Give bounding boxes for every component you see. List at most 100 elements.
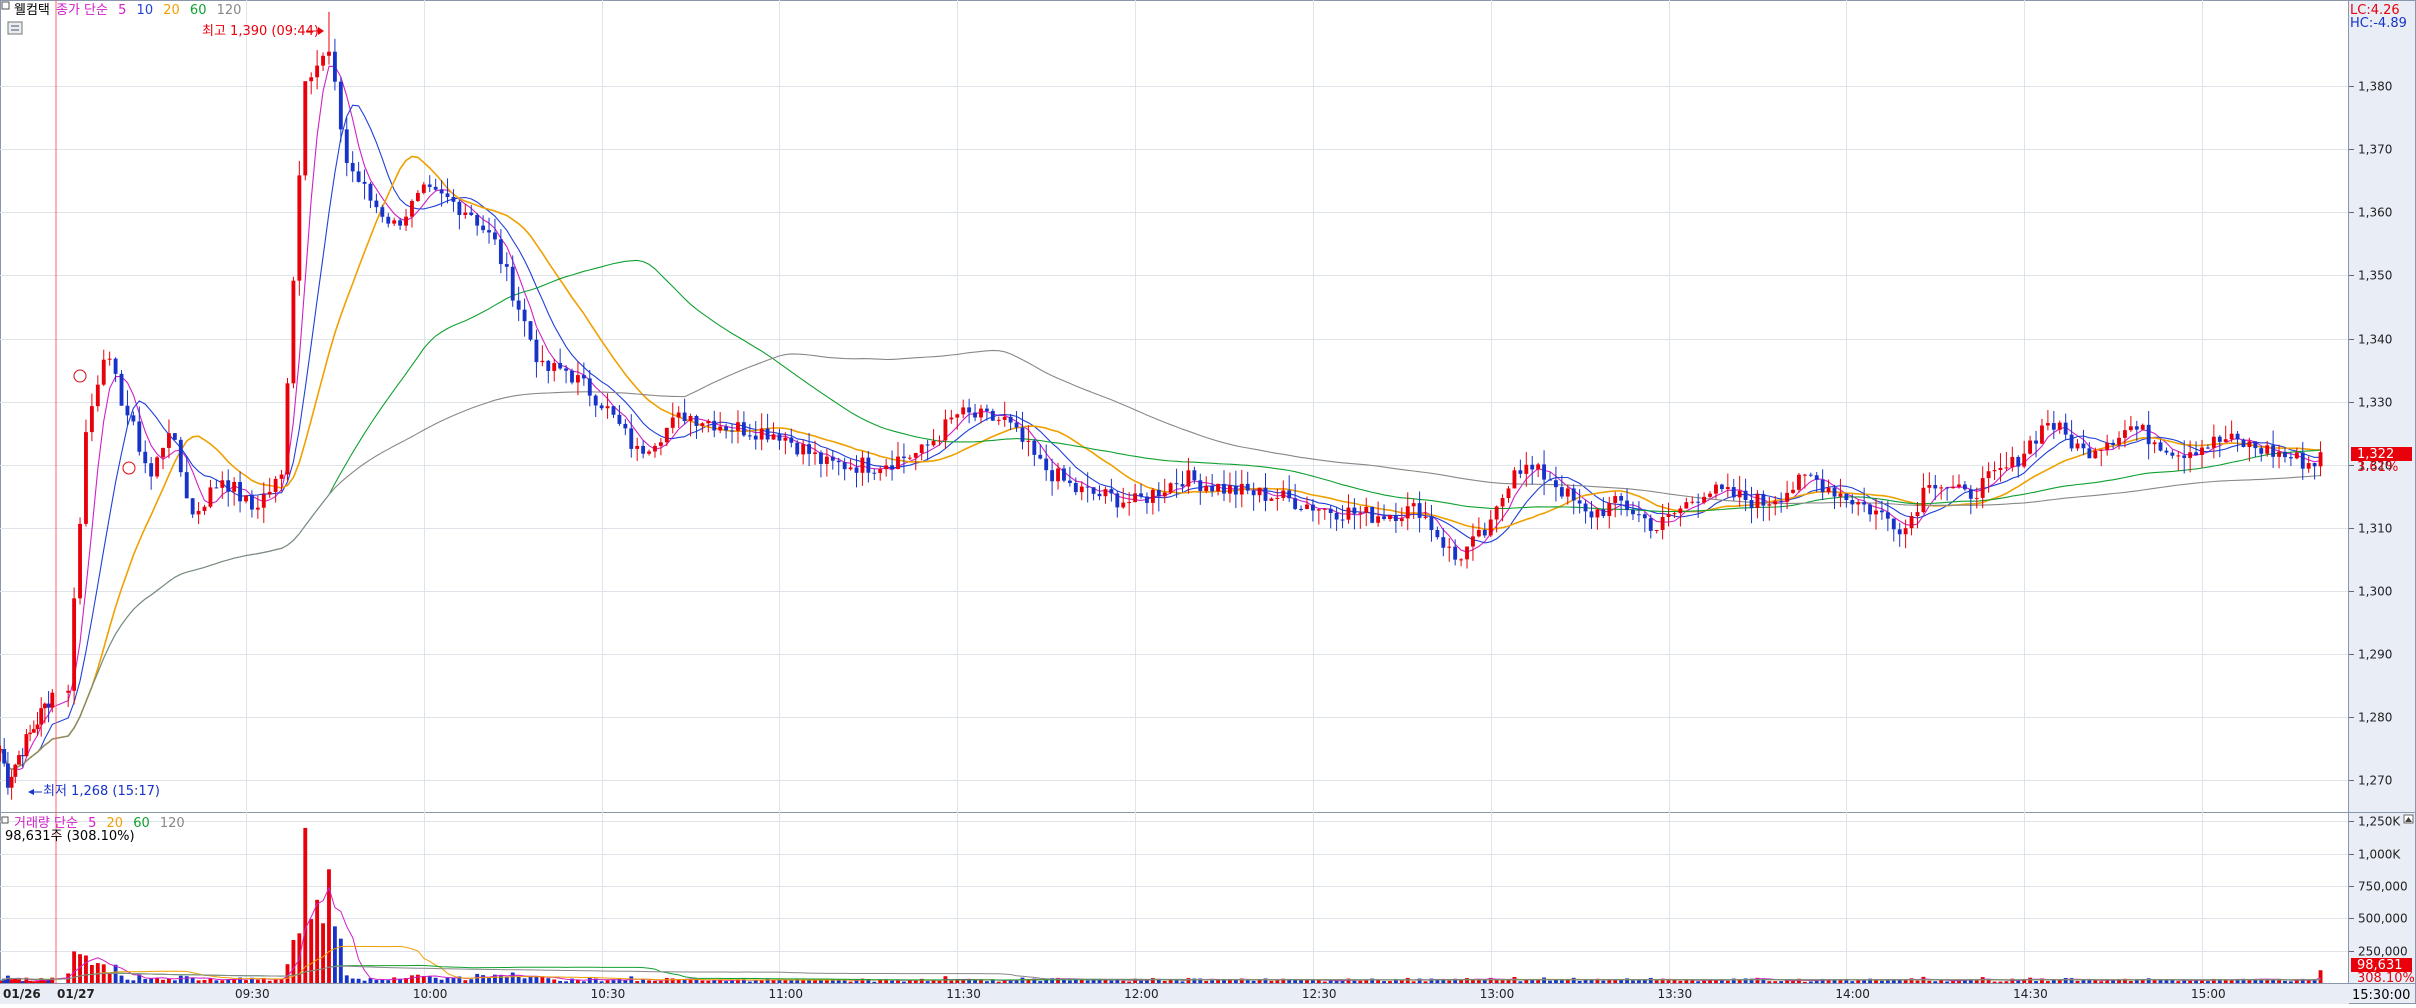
candle-body <box>848 467 853 470</box>
candle-body <box>1850 499 1855 505</box>
candle-body <box>516 300 521 310</box>
candle-body <box>1862 502 1867 505</box>
volume-bar <box>1702 980 1707 983</box>
volume-bar <box>392 977 397 983</box>
candle-body <box>362 181 367 184</box>
volume-bar <box>107 973 112 983</box>
candle-body <box>190 498 195 515</box>
volume-bar <box>273 979 278 983</box>
candle-body <box>1162 492 1167 497</box>
menu-toggle-icon[interactable] <box>1 1 10 10</box>
volume-bar <box>984 981 989 983</box>
candle-body <box>1642 514 1647 519</box>
volume-bar <box>28 980 33 983</box>
volume-bar <box>344 975 349 983</box>
candle-body <box>344 129 349 163</box>
candle-body <box>2277 451 2281 457</box>
candle-body <box>967 407 972 413</box>
candle-body <box>475 215 480 226</box>
volume-bar <box>5 975 10 983</box>
candle-body <box>1749 500 1754 508</box>
candle-body <box>28 732 33 735</box>
candle-body <box>1625 500 1629 511</box>
volume-bar <box>1654 980 1659 983</box>
volume-bar <box>190 977 195 983</box>
candle-body <box>907 457 912 459</box>
hc-label: HC:-4.89 <box>2350 16 2407 31</box>
volume-bar <box>2152 980 2157 983</box>
candle-body <box>1050 470 1055 482</box>
candle-body <box>1903 528 1908 535</box>
volume-bar <box>605 980 610 983</box>
volume-bar <box>1773 981 1778 983</box>
candle-body <box>1038 454 1043 459</box>
volume-bar <box>84 955 88 983</box>
candle-body <box>297 175 302 281</box>
volume-bar <box>487 977 491 983</box>
chart-settings-icon[interactable] <box>7 21 23 35</box>
candle-body <box>1026 440 1031 442</box>
candle-body <box>1725 487 1730 490</box>
candle-body <box>113 358 118 374</box>
candle-body <box>771 434 776 440</box>
candle-body <box>220 480 225 488</box>
candle-body <box>1310 504 1315 511</box>
candle-body <box>759 428 764 440</box>
candle-body <box>1554 480 1558 488</box>
candle-body <box>1103 489 1108 497</box>
candle-body <box>214 487 219 489</box>
candle-body <box>1115 493 1120 508</box>
volume-bar <box>1316 980 1321 983</box>
candle-body <box>433 186 438 190</box>
candle-body <box>1565 488 1570 497</box>
candle-body <box>291 280 296 384</box>
candle-body <box>50 692 55 708</box>
candle-body <box>439 189 444 194</box>
legend-ma10: 10 <box>137 3 154 18</box>
candle-body <box>2140 424 2145 430</box>
candle-body <box>1097 493 1102 497</box>
volume-bar <box>1251 980 1256 983</box>
candle-body <box>267 491 272 495</box>
volume-bar <box>196 980 201 983</box>
volume-bar <box>1927 980 1932 983</box>
candle-body <box>457 201 462 216</box>
candle-body <box>2188 452 2193 458</box>
candle-body <box>955 414 960 418</box>
candle-body <box>2247 441 2252 447</box>
candle-body <box>1559 487 1564 497</box>
volume-bar <box>2164 980 2169 983</box>
candle-body <box>238 481 242 502</box>
candle-body <box>1032 440 1037 455</box>
volume-bar <box>872 981 877 983</box>
signal-marker-icon[interactable] <box>122 461 136 475</box>
volume-bar <box>534 976 539 983</box>
candle-body <box>913 453 918 458</box>
candle-body <box>1802 474 1807 476</box>
candle-body <box>1334 512 1339 520</box>
candle-body <box>101 359 106 385</box>
candle-body <box>925 444 930 446</box>
candle-body <box>2271 445 2276 457</box>
candle-body <box>931 441 936 446</box>
signal-marker-icon[interactable] <box>73 369 87 383</box>
candle-body <box>1880 510 1884 513</box>
time-tick-label: 14:00 <box>1835 987 1870 1001</box>
candle-body <box>795 442 800 455</box>
volume-bar <box>2306 980 2311 983</box>
candle-body <box>1826 487 1831 493</box>
legend-ma20: 20 <box>163 3 180 18</box>
volume-bar <box>902 981 906 983</box>
candle-body <box>1595 509 1600 518</box>
volume-bar <box>321 923 325 983</box>
candle-body <box>552 363 557 371</box>
volume-bar <box>546 978 551 983</box>
candle-body <box>1127 502 1132 504</box>
current-volume-ratio-label: 308.10% <box>2357 971 2415 986</box>
volume-menu-icon[interactable] <box>1 816 9 824</box>
volume-bar <box>178 975 183 983</box>
volume-bar <box>2063 978 2068 983</box>
volume-bar <box>1174 980 1179 983</box>
stock-chart[interactable]: 1,2701,2801,2901,3001,3101,3201,3301,340… <box>0 0 2416 1004</box>
volume-bar <box>1500 980 1505 983</box>
